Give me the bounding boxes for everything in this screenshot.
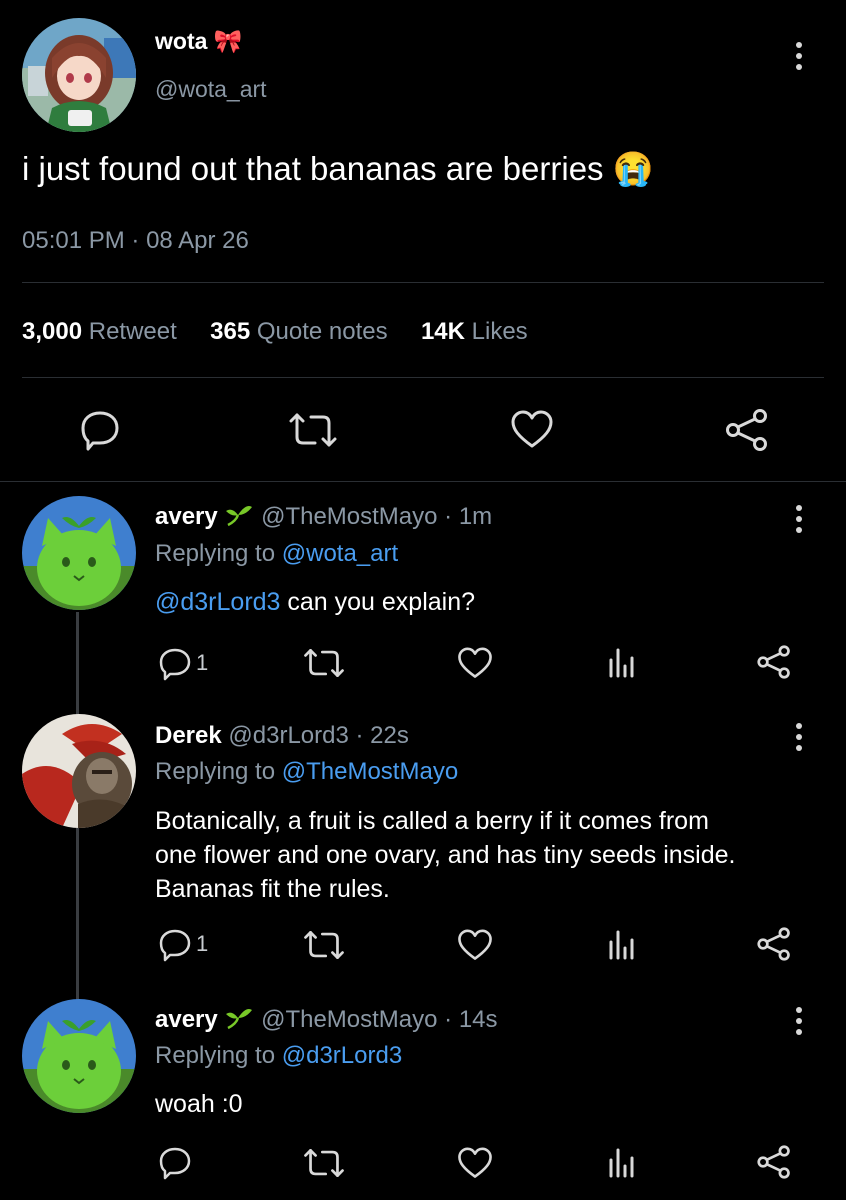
reply-header: avery @TheMostMayo · 14s bbox=[155, 1006, 498, 1034]
replying-to-link[interactable]: @wota_art bbox=[282, 540, 398, 567]
replying-to-link[interactable]: @TheMostMayo bbox=[282, 758, 458, 785]
retweet-icon[interactable] bbox=[302, 929, 346, 961]
reply-icon[interactable] bbox=[158, 1146, 192, 1180]
avatar-avery[interactable] bbox=[22, 496, 136, 610]
reply-text: woah :0 bbox=[155, 1090, 243, 1118]
tweet-date: 08 Apr 26 bbox=[146, 227, 249, 254]
bow-emoji: 🎀 bbox=[213, 28, 243, 54]
display-name[interactable]: wota bbox=[155, 28, 207, 54]
reply-time: · 22s bbox=[355, 722, 409, 749]
like-icon[interactable] bbox=[457, 1147, 493, 1180]
reply-text: Botanically, a fruit is called a berry i… bbox=[155, 807, 736, 903]
replying-to: Replying to @wota_art bbox=[155, 540, 399, 567]
retweet-icon[interactable] bbox=[302, 1147, 346, 1179]
author-handle[interactable]: @TheMostMayo bbox=[261, 503, 437, 530]
like-icon[interactable] bbox=[457, 929, 493, 962]
avatar-wota[interactable] bbox=[22, 18, 136, 132]
more-options-icon[interactable] bbox=[796, 42, 802, 70]
reply-icon[interactable] bbox=[158, 647, 192, 681]
reply-icon[interactable] bbox=[79, 409, 121, 451]
author-handle[interactable]: @d3rLord3 bbox=[228, 722, 348, 749]
more-options-icon[interactable] bbox=[796, 723, 802, 751]
reply-header: Derek @d3rLord3 · 22s bbox=[155, 722, 409, 750]
reply-count: 1 bbox=[196, 931, 209, 956]
tweet-timestamp: 05:01 PM · 08 Apr 26 bbox=[22, 227, 249, 254]
analytics-icon[interactable] bbox=[608, 646, 634, 678]
share-icon[interactable] bbox=[724, 408, 770, 452]
reply-icon[interactable] bbox=[158, 928, 192, 962]
author-handle[interactable]: @wota_art bbox=[155, 76, 267, 103]
tweet-stats: 3,000 Retweet 365 Quote notes 14K Likes bbox=[22, 318, 528, 346]
share-icon[interactable] bbox=[756, 926, 792, 962]
tweet-time: 05:01 PM bbox=[22, 227, 125, 254]
sprout-icon bbox=[226, 506, 253, 527]
reply-header: avery @TheMostMayo · 1m bbox=[155, 503, 492, 531]
like-icon[interactable] bbox=[510, 410, 554, 450]
display-name[interactable]: avery bbox=[155, 1006, 218, 1033]
more-options-icon[interactable] bbox=[796, 505, 802, 533]
avatar-derek[interactable] bbox=[22, 714, 136, 828]
divider bbox=[22, 282, 824, 283]
tweet-text: i just found out that bananas are berrie… bbox=[22, 150, 654, 187]
replying-to: Replying to @TheMostMayo bbox=[155, 758, 459, 785]
author-handle[interactable]: @TheMostMayo bbox=[261, 1006, 437, 1033]
display-name[interactable]: Derek bbox=[155, 722, 222, 749]
replying-to-link[interactable]: @d3rLord3 bbox=[282, 1042, 402, 1069]
reply-time: · 1m bbox=[444, 503, 493, 530]
sprout-icon bbox=[226, 1009, 253, 1030]
display-name[interactable]: avery bbox=[155, 503, 218, 530]
reply-count: 1 bbox=[196, 650, 209, 675]
likes-stat[interactable]: 14K Likes bbox=[421, 318, 528, 345]
crying-emoji: 😭 bbox=[612, 150, 654, 187]
analytics-icon[interactable] bbox=[608, 928, 634, 960]
retweet-icon[interactable] bbox=[287, 411, 339, 449]
reply-time: · 14s bbox=[444, 1006, 498, 1033]
more-options-icon[interactable] bbox=[796, 1007, 802, 1035]
divider bbox=[0, 481, 846, 482]
like-icon[interactable] bbox=[457, 647, 493, 680]
divider bbox=[22, 377, 824, 378]
quotes-stat[interactable]: 365 Quote notes bbox=[210, 318, 387, 345]
mention-link[interactable]: @d3rLord3 bbox=[155, 588, 280, 616]
replying-to: Replying to @d3rLord3 bbox=[155, 1042, 403, 1069]
share-icon[interactable] bbox=[756, 1144, 792, 1180]
retweets-stat[interactable]: 3,000 Retweet bbox=[22, 318, 177, 345]
author-name-row: wota 🎀 bbox=[155, 28, 242, 55]
reply-text: @d3rLord3 can you explain? bbox=[155, 588, 476, 616]
avatar-avery[interactable] bbox=[22, 999, 136, 1113]
retweet-icon[interactable] bbox=[302, 647, 346, 679]
share-icon[interactable] bbox=[756, 644, 792, 680]
analytics-icon[interactable] bbox=[608, 1146, 634, 1178]
